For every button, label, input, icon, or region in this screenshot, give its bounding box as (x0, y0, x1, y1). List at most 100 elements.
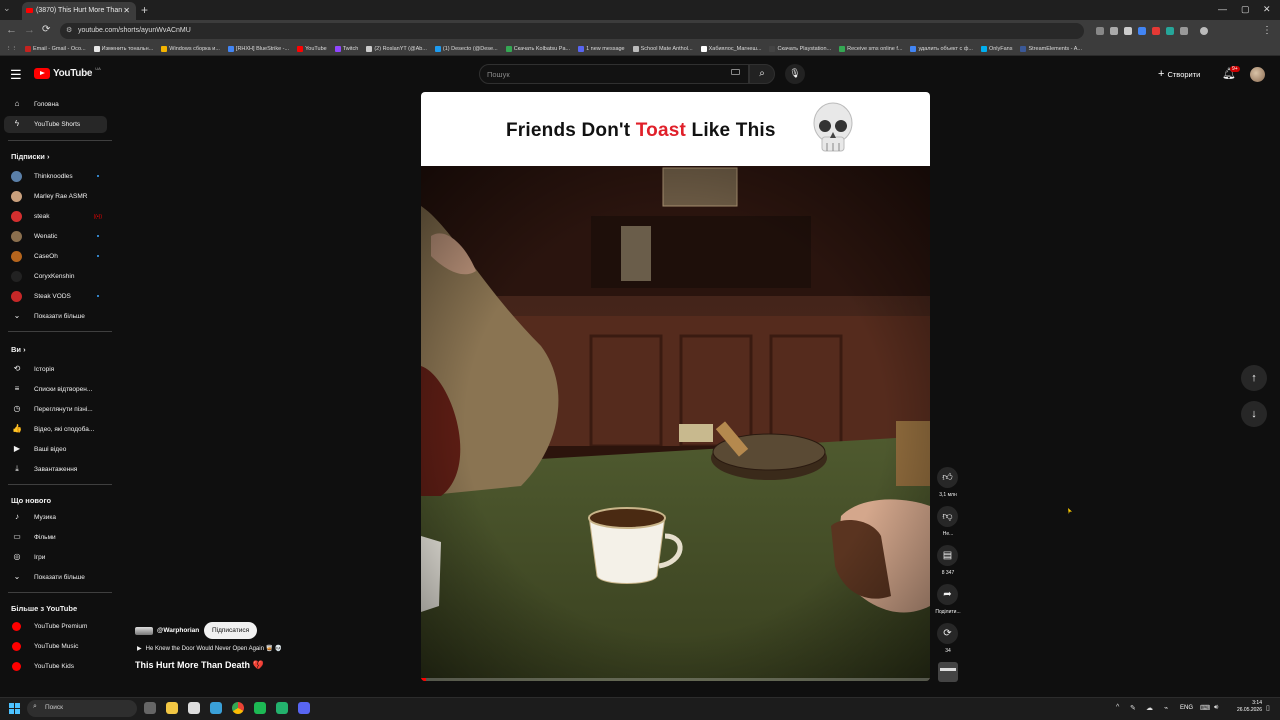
browser-tab[interactable]: (3870) This Hurt More Than ✕ (22, 2, 136, 20)
address-bar[interactable]: ⚙ youtube.com/shorts/ayunWvACnMU (60, 23, 1084, 39)
sidebar-item[interactable]: ◎ Ігри (4, 549, 107, 566)
bookmark-item[interactable]: Receive sms online f... (839, 45, 902, 52)
voice-search-button[interactable]: 🎙 (785, 64, 805, 84)
remix-button[interactable]: ⟳ (937, 623, 958, 644)
store-icon[interactable] (188, 702, 200, 714)
previous-short-button[interactable]: ↑ (1241, 365, 1267, 391)
short-player[interactable]: Friends Don't Toast Like This (421, 92, 930, 681)
forward-button[interactable]: → (24, 24, 35, 36)
browser-menu-icon[interactable]: ⋮ (1262, 25, 1272, 36)
sidebar-item[interactable]: ▶ Ваші відео (4, 441, 107, 458)
bookmark-item[interactable]: [RHXH] BlueStrike -... (227, 45, 289, 52)
extensions-menu-icon[interactable] (1180, 27, 1188, 35)
bookmark-item[interactable]: Twitch (334, 45, 358, 52)
sidebar-item[interactable]: YouTube Music (4, 638, 107, 655)
like-button[interactable]: 👍︎ (937, 467, 958, 488)
bookmark-item[interactable]: Хабиялос_Магнеш... (700, 45, 761, 52)
file-explorer-icon[interactable] (166, 702, 178, 714)
sidebar-item[interactable]: YouTube Premium (4, 618, 107, 635)
site-info-icon[interactable]: ⚙ (66, 26, 72, 34)
clock[interactable]: 3:14 26.05.2026 (1228, 700, 1262, 714)
task-view-icon[interactable] (144, 702, 156, 714)
you-heading[interactable]: Ви › (11, 345, 26, 354)
create-button[interactable]: + Створити (1158, 68, 1200, 80)
channel-name[interactable]: @Warphorian (157, 627, 199, 634)
sidebar-item[interactable]: Thinknoodles (4, 168, 107, 185)
sound-link[interactable]: ▶ He Knew the Door Would Never Open Again… (137, 645, 282, 652)
search-button[interactable]: ⌕ (749, 64, 775, 84)
explore-heading[interactable]: Що нового (11, 496, 51, 505)
windows-start-icon[interactable] (9, 703, 20, 714)
network-icon[interactable]: ⌨ (1200, 704, 1210, 712)
sidebar-item[interactable]: steak ((•)) (4, 208, 107, 225)
close-window-button[interactable]: ✕ (1263, 4, 1271, 15)
tab-search-icon[interactable]: ⌄ (3, 3, 11, 14)
next-short-button[interactable]: ↓ (1241, 401, 1267, 427)
short-title[interactable]: This Hurt More Than Death 💔 (135, 660, 264, 671)
maximize-window-button[interactable]: ▢ (1241, 4, 1250, 15)
dislike-button[interactable]: 👎︎ (937, 506, 958, 527)
search-input[interactable]: Пошук (479, 64, 749, 84)
extension-icon[interactable] (1152, 27, 1160, 35)
extension-icon[interactable] (1138, 27, 1146, 35)
subscribe-button[interactable]: Підписатися (204, 622, 258, 639)
channel-avatar[interactable] (135, 627, 153, 635)
profile-icon[interactable] (1200, 27, 1208, 35)
taskbar-app-icon[interactable] (254, 702, 266, 714)
language-indicator[interactable]: ENG (1180, 705, 1193, 711)
taskbar-app-icon[interactable] (276, 702, 288, 714)
sidebar-item[interactable]: ♪ Музика (4, 509, 107, 526)
minimize-window-button[interactable]: — (1218, 4, 1227, 14)
sidebar-item[interactable]: ⌄ Показати більше (4, 308, 107, 325)
sidebar-item[interactable]: Steak VODS (4, 288, 107, 305)
taskbar-app-icon[interactable] (210, 702, 222, 714)
sidebar-item[interactable]: ◷ Переглянути пізні... (4, 401, 107, 418)
sound-thumbnail[interactable] (938, 662, 958, 682)
back-button[interactable]: ← (6, 24, 17, 36)
discord-icon[interactable] (298, 702, 310, 714)
taskbar-search-input[interactable]: ⌕ Поиск (27, 700, 137, 717)
sidebar-item[interactable]: CoryxKenshin (4, 268, 107, 285)
bookmark-item[interactable]: YouTube (297, 45, 327, 52)
share-button[interactable]: ➦ (937, 584, 958, 605)
sidebar-item[interactable]: CaseOh (4, 248, 107, 265)
extension-icon[interactable] (1124, 27, 1132, 35)
keyboard-icon[interactable] (731, 69, 740, 75)
guide-menu-icon[interactable]: ☰ (10, 67, 22, 83)
new-tab-button[interactable]: + (141, 3, 148, 17)
sidebar-item[interactable]: ⌄ Показати більше (4, 569, 107, 586)
subscriptions-heading[interactable]: Підписки › (11, 152, 50, 161)
bookmark-item[interactable]: OnlyFans (980, 45, 1012, 52)
extension-icon[interactable] (1166, 27, 1174, 35)
bookmark-item[interactable]: 1 new message (578, 45, 625, 52)
sidebar-item[interactable]: 👍 Відео, які сподоба... (4, 421, 107, 438)
tray-app-icon[interactable]: ✎ (1130, 704, 1136, 712)
youtube-logo[interactable]: YouTube UA (34, 66, 101, 79)
sidebar-item[interactable]: Marley Rae ASMR (4, 188, 107, 205)
sidebar-item[interactable]: ⟲ Історія (4, 361, 107, 378)
sidebar-item[interactable]: ▭ Фільми (4, 529, 107, 546)
close-tab-icon[interactable]: ✕ (123, 6, 130, 15)
bookmark-item[interactable]: School Mate Anthol... (632, 45, 693, 52)
bookmark-item[interactable]: Windows сборка и... (161, 45, 220, 52)
tray-overflow-icon[interactable]: ^ (1116, 704, 1119, 711)
sidebar-item[interactable]: ⤓ Завантаження (4, 461, 107, 478)
bookmark-item[interactable]: (1) Desecto (@Dese... (434, 45, 498, 52)
bookmark-item[interactable]: (2) RoslanYT (@Ab... (366, 45, 427, 52)
extension-icon[interactable] (1110, 27, 1118, 35)
extension-icon[interactable] (1096, 27, 1104, 35)
sidebar-item[interactable]: Wenatic (4, 228, 107, 245)
bookmark-item[interactable]: StreamElements - A... (1020, 45, 1082, 52)
reload-button[interactable]: ⟳ (42, 24, 50, 35)
sidebar-item[interactable]: YouTube Kids (4, 658, 107, 675)
notifications-icon[interactable]: ▯ (1266, 704, 1270, 712)
bookmark-item[interactable]: Изменить тональн... (93, 45, 153, 52)
account-avatar[interactable] (1250, 67, 1265, 82)
tray-usb-icon[interactable]: ⌁ (1164, 704, 1168, 712)
apps-icon[interactable]: ⋮⋮ (6, 46, 17, 52)
more-from-youtube-heading[interactable]: Більше з YouTube (11, 604, 77, 613)
bookmark-item[interactable]: удалить объект с ф... (910, 45, 973, 52)
tray-app-icon[interactable]: ☁ (1146, 704, 1153, 712)
sidebar-item[interactable]: ≡ Списки відтворен... (4, 381, 107, 398)
bookmark-item[interactable]: Скачать Playstation... (769, 45, 831, 52)
